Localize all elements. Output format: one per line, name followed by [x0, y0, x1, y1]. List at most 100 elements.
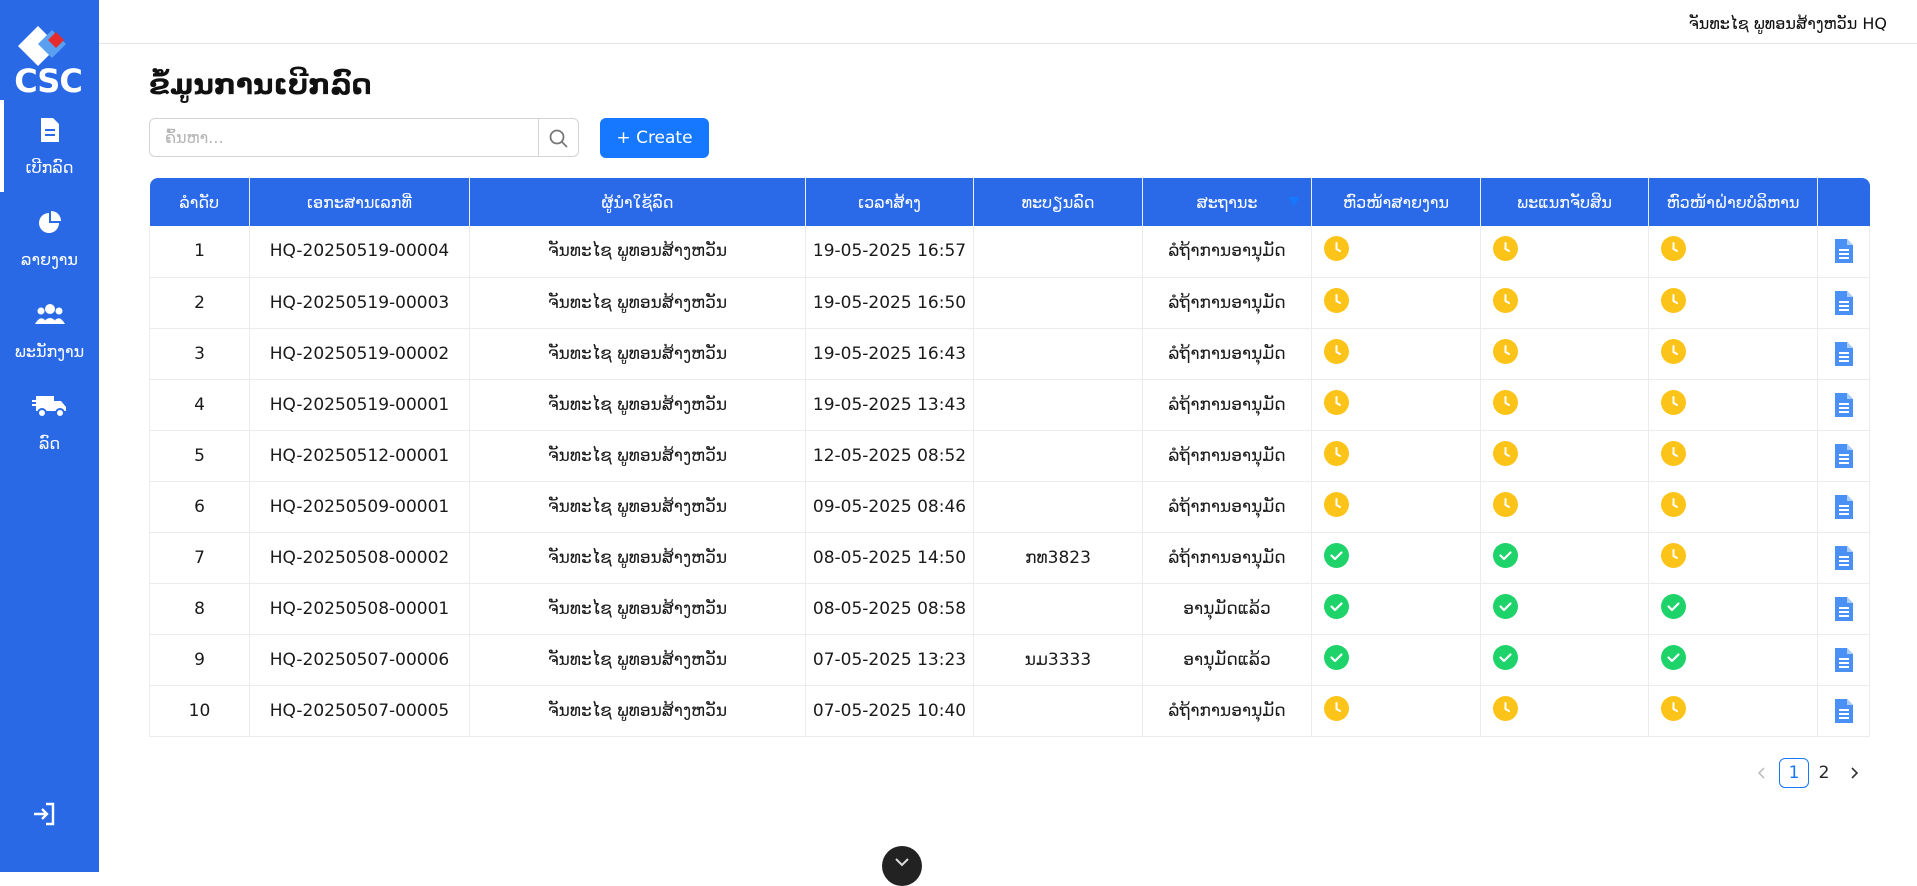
cell-actions	[1817, 379, 1870, 431]
document-view-icon[interactable]	[1833, 443, 1855, 469]
document-view-icon[interactable]	[1833, 647, 1855, 673]
clock-icon	[1324, 695, 1349, 721]
cell-department-approval	[1480, 685, 1649, 737]
cell-created-time: 19-05-2025 16:43	[805, 328, 974, 380]
cell-admin-head-approval	[1648, 430, 1818, 482]
cell-plate	[973, 277, 1143, 329]
search-button[interactable]	[538, 119, 578, 156]
cell-admin-head-approval	[1648, 532, 1818, 584]
cell-status: ລໍຖ້າການອານຸມັດ	[1142, 328, 1312, 380]
cell-line-manager-approval	[1311, 328, 1481, 380]
table-row[interactable]: 1 HQ-20250519-00004 ຈັນທະໄຊ ພູທອນສ້າງຫວັນ 1…	[149, 226, 1870, 278]
truck-icon	[32, 396, 66, 418]
table-row[interactable]: 4 HQ-20250519-00001 ຈັນທະໄຊ ພູທອນສ້າງຫວັນ 1…	[149, 379, 1870, 431]
column-header-time: ເວລາສ້າງ	[805, 178, 974, 226]
table-row[interactable]: 6 HQ-20250509-00001 ຈັນທະໄຊ ພູທອນສ້າງຫວັນ 0…	[149, 481, 1870, 533]
create-button[interactable]: + Create	[600, 118, 709, 158]
scroll-down-button[interactable]	[882, 846, 922, 886]
cell-line-manager-approval	[1311, 481, 1481, 533]
sidebar-item-employees[interactable]: ພະນັກງານ	[0, 284, 99, 376]
document-view-icon[interactable]	[1833, 494, 1855, 520]
document-view-icon[interactable]	[1833, 238, 1855, 264]
clock-icon	[1493, 389, 1518, 415]
csc-logo[interactable]: CSC	[8, 22, 88, 100]
cell-user: ຈັນທະໄຊ ພູທອນສ້າງຫວັນ	[469, 634, 806, 686]
cell-status: ລໍຖ້າການອານຸມັດ	[1142, 379, 1312, 431]
clock-icon	[1661, 389, 1686, 415]
clock-icon	[1493, 695, 1518, 721]
cell-plate	[973, 226, 1143, 278]
cell-admin-head-approval	[1648, 583, 1818, 635]
cell-plate: ກທ3823	[973, 532, 1143, 584]
cell-status: ລໍຖ້າການອານຸມັດ	[1142, 685, 1312, 737]
cell-user: ຈັນທະໄຊ ພູທອນສ້າງຫວັນ	[469, 583, 806, 635]
document-view-icon[interactable]	[1833, 698, 1855, 724]
document-view-icon[interactable]	[1833, 596, 1855, 622]
cell-user: ຈັນທະໄຊ ພູທອນສ້າງຫວັນ	[469, 685, 806, 737]
document-view-icon[interactable]	[1833, 545, 1855, 571]
sidebar-item-vehicles[interactable]: ລົດ	[0, 376, 99, 468]
search-input[interactable]	[151, 120, 539, 155]
table-row[interactable]: 10 HQ-20250507-00005 ຈັນທະໄຊ ພູທອນສ້າງຫວັນ…	[149, 685, 1870, 737]
column-header-actions	[1817, 178, 1870, 226]
clock-icon	[1493, 491, 1518, 517]
sidebar-item-label: ລາຍງານ	[21, 250, 78, 269]
cell-department-approval	[1480, 532, 1649, 584]
column-header-user: ຜູ້ນຳໃຊ້ລົດ	[469, 178, 806, 226]
cell-actions	[1817, 634, 1870, 686]
cell-plate	[973, 583, 1143, 635]
cell-doc-number: HQ-20250507-00006	[249, 634, 470, 686]
clock-icon	[1661, 236, 1686, 262]
cell-actions	[1817, 532, 1870, 584]
clock-icon	[1324, 236, 1349, 262]
cell-status: ລໍຖ້າການອານຸມັດ	[1142, 430, 1312, 482]
clock-icon	[1661, 695, 1686, 721]
document-view-icon[interactable]	[1833, 341, 1855, 367]
logout-icon[interactable]	[30, 800, 58, 828]
table-row[interactable]: 9 HQ-20250507-00006 ຈັນທະໄຊ ພູທອນສ້າງຫວັນ 0…	[149, 634, 1870, 686]
sidebar-item-label: ລົດ	[38, 434, 61, 453]
cell-line-manager-approval	[1311, 430, 1481, 482]
cell-no: 7	[149, 532, 250, 584]
cell-department-approval	[1480, 583, 1649, 635]
cell-line-manager-approval	[1311, 634, 1481, 686]
document-view-icon[interactable]	[1833, 392, 1855, 418]
pagination-page-1[interactable]: 1	[1779, 758, 1809, 788]
pagination-page-2[interactable]: 2	[1809, 758, 1839, 788]
column-header-status[interactable]: ສະຖານະ	[1142, 178, 1312, 226]
sidebar-item-reports[interactable]: ລາຍງານ	[0, 192, 99, 284]
cell-department-approval	[1480, 379, 1649, 431]
pagination-next-icon[interactable]	[1844, 762, 1864, 784]
document-view-icon[interactable]	[1833, 290, 1855, 316]
check-circle-icon	[1493, 644, 1518, 670]
cell-doc-number: HQ-20250508-00002	[249, 532, 470, 584]
column-header-plate: ທະບຽນລົດ	[973, 178, 1143, 226]
user-name[interactable]: ຈັນທະໄຊ ພູທອນສ້າງຫວັນ HQ	[1689, 14, 1887, 33]
table-row[interactable]: 3 HQ-20250519-00002 ຈັນທະໄຊ ພູທອນສ້າງຫວັນ 1…	[149, 328, 1870, 380]
search-box	[149, 118, 579, 157]
cell-status: ລໍຖ້າການອານຸມັດ	[1142, 532, 1312, 584]
page-title: ຂໍ້ມູນການເບີກລົດ	[149, 68, 372, 101]
clock-icon	[1324, 287, 1349, 313]
cell-user: ຈັນທະໄຊ ພູທອນສ້າງຫວັນ	[469, 430, 806, 482]
table-row[interactable]: 5 HQ-20250512-00001 ຈັນທະໄຊ ພູທອນສ້າງຫວັນ 1…	[149, 430, 1870, 482]
cell-admin-head-approval	[1648, 226, 1818, 278]
cell-user: ຈັນທະໄຊ ພູທອນສ້າງຫວັນ	[469, 379, 806, 431]
cell-department-approval	[1480, 430, 1649, 482]
filter-icon[interactable]	[1287, 195, 1301, 209]
cell-user: ຈັນທະໄຊ ພູທອນສ້າງຫວັນ	[469, 277, 806, 329]
pagination-prev-icon[interactable]	[1752, 762, 1772, 784]
cell-created-time: 08-05-2025 14:50	[805, 532, 974, 584]
table-row[interactable]: 7 HQ-20250508-00002 ຈັນທະໄຊ ພູທອນສ້າງຫວັນ 0…	[149, 532, 1870, 584]
check-circle-icon	[1661, 644, 1686, 670]
cell-status: ອານຸມັດແລ້ວ	[1142, 583, 1312, 635]
cell-line-manager-approval	[1311, 277, 1481, 329]
sidebar-item-requests[interactable]: ເບີກລົດ	[0, 100, 99, 192]
cell-no: 1	[149, 226, 250, 278]
cell-actions	[1817, 685, 1870, 737]
table-row[interactable]: 8 HQ-20250508-00001 ຈັນທະໄຊ ພູທອນສ້າງຫວັນ 0…	[149, 583, 1870, 635]
check-circle-icon	[1324, 593, 1349, 619]
cell-plate	[973, 379, 1143, 431]
users-icon	[35, 304, 65, 324]
table-row[interactable]: 2 HQ-20250519-00003 ຈັນທະໄຊ ພູທອນສ້າງຫວັນ 1…	[149, 277, 1870, 329]
